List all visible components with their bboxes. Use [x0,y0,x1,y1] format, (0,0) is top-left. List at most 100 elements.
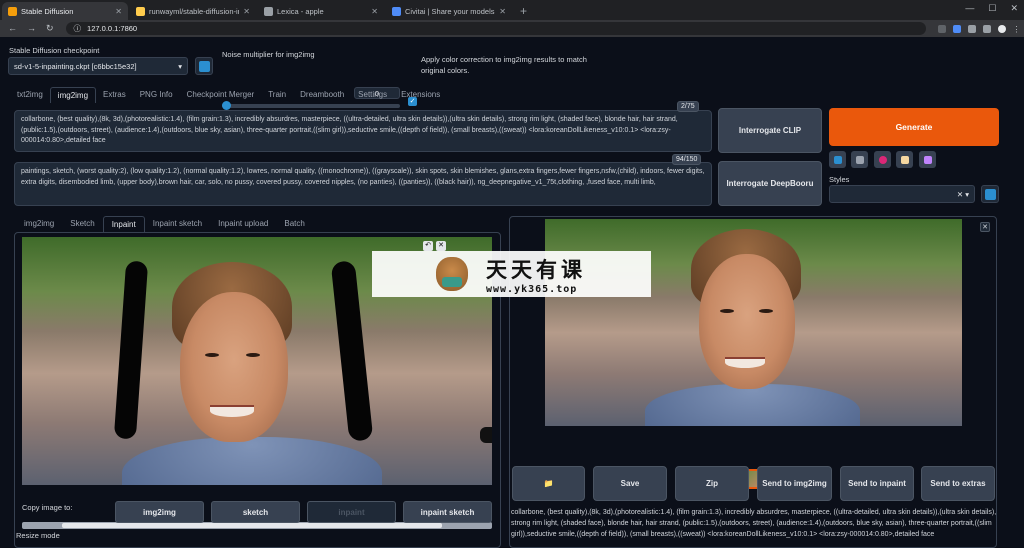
tab-extras[interactable]: Extras [96,87,133,103]
new-tab-button[interactable]: + [512,2,535,20]
send-to-inpaint-button[interactable]: Send to inpaint [840,466,914,501]
watermark-url: www.yk365.top [486,283,578,295]
subtab-sketch[interactable]: Sketch [62,216,102,232]
send-to-img2img-button[interactable]: Send to img2img [757,466,832,501]
minimize-icon[interactable]: — [965,3,974,14]
checkpoint-label: Stable Diffusion checkpoint [9,46,100,55]
browser-tab-strip: Stable Diffusion ✕ runwayml/stable-diffus… [0,0,1024,20]
refresh-icon [984,188,996,200]
canvas-scrollbar[interactable] [22,522,492,529]
trash-icon [855,155,864,164]
img2img-sub-tabs: img2img Sketch Inpaint Inpaint sketch In… [16,216,313,232]
save-style-button[interactable] [919,151,936,168]
info-icon[interactable]: ⓘ [74,23,82,34]
extension-icon[interactable] [937,24,946,33]
close-preview-icon[interactable]: ✕ [980,222,990,232]
reload-icon[interactable]: ↻ [46,23,54,34]
save-icon [923,155,932,164]
back-icon[interactable]: ← [8,23,17,34]
close-icon[interactable]: ✕ [243,7,250,16]
generate-button[interactable]: Generate [829,108,999,146]
browser-tab-civitai[interactable]: Civitai | Share your models ✕ [386,2,512,20]
negative-prompt-textarea[interactable]: paintings, sketch, (worst quality:2), (l… [14,162,712,206]
subtab-inpaint-upload[interactable]: Inpaint upload [210,216,276,232]
copy-to-inpaint-sketch-button[interactable]: inpaint sketch [403,501,492,523]
tab-txt2img[interactable]: txt2img [10,87,50,103]
maximize-icon[interactable]: ☐ [988,3,996,14]
subtab-img2img[interactable]: img2img [16,216,62,232]
clear-icon[interactable]: ✕ [436,241,446,251]
extension-icon[interactable] [952,24,961,33]
tab-dreambooth[interactable]: Dreambooth [293,87,351,103]
noise-slider[interactable] [222,101,400,110]
tab-png-info[interactable]: PNG Info [133,87,180,103]
huggingface-favicon-icon [136,6,145,16]
chevron-down-icon: ✕ ▾ [956,189,969,199]
tab-settings[interactable]: Settings [351,87,394,103]
arrow-icon [833,155,842,164]
profile-avatar[interactable] [997,24,1006,33]
tab-train[interactable]: Train [261,87,293,103]
browser-tab-stable-diffusion[interactable]: Stable Diffusion ✕ [2,2,128,20]
close-icon[interactable]: ✕ [371,7,378,16]
open-folder-button[interactable]: 📁 [512,466,585,501]
checkpoint-select[interactable]: sd-v1-5-inpainting.ckpt [c6bbc15e32] ▾ [8,57,188,75]
address-bar[interactable]: ⓘ 127.0.0.1:7860 [65,22,926,35]
prompt-token-counter: 2/75 [677,101,699,112]
interrogate-deepbooru-button[interactable]: Interrogate DeepBooru [718,161,822,206]
refresh-icon [198,60,210,72]
noise-label: Noise multiplier for img2img [222,50,315,59]
puzzle-icon[interactable] [967,24,976,33]
lexica-favicon-icon [264,6,273,16]
read-params-button[interactable] [829,151,846,168]
extra-networks-button[interactable] [874,151,891,168]
refresh-checkpoint-button[interactable] [195,57,213,75]
output-face-image [699,254,795,389]
browser-tab-runwayml[interactable]: runwayml/stable-diffusion-inpai✕ [130,2,256,20]
main-tabs: txt2img img2img Extras PNG Info Checkpoi… [10,87,447,103]
tab-img2img[interactable]: img2img [49,87,97,103]
apply-style-button[interactable] [896,151,913,168]
collapse-handle[interactable] [480,427,492,443]
send-to-extras-button[interactable]: Send to extras [921,466,995,501]
tab-extensions[interactable]: Extensions [394,87,447,103]
close-icon[interactable]: ✕ [499,7,506,16]
subtab-inpaint[interactable]: Inpaint [102,216,145,232]
copy-to-sketch-button[interactable]: sketch [211,501,300,523]
zip-button[interactable]: Zip [675,466,749,501]
color-correction-label-line2: original colors. [421,66,470,75]
browser-tab-lexica[interactable]: Lexica - apple ✕ [258,2,384,20]
undo-icon[interactable]: ↶ [423,241,433,251]
subtab-batch[interactable]: Batch [276,216,312,232]
resize-mode-label: Resize mode [16,531,60,540]
tab-checkpoint-merger[interactable]: Checkpoint Merger [180,87,262,103]
interrogate-clip-button[interactable]: Interrogate CLIP [718,108,822,153]
close-icon[interactable]: ✕ [115,7,122,16]
trash-button[interactable] [851,151,868,168]
watermark-overlay: 天天有课 www.yk365.top [372,251,651,297]
close-window-icon[interactable]: ✕ [1010,3,1018,14]
negative-token-counter: 94/150 [672,154,702,165]
color-correction-label-line1: Apply color correction to img2img result… [421,55,587,64]
forward-icon[interactable]: → [27,23,36,34]
art-icon [878,155,887,164]
url-text: 127.0.0.1:7860 [87,24,138,33]
sidepanel-icon[interactable] [982,24,991,33]
copy-to-inpaint-button[interactable]: inpaint [307,501,396,523]
save-button[interactable]: Save [593,466,667,501]
civitai-favicon-icon [392,6,401,16]
menu-icon[interactable]: ⋮ [1013,25,1021,34]
prompt-textarea[interactable]: collarbone, (best quality),(8k, 3d),(pho… [14,110,712,152]
face-image [180,292,288,442]
clipboard-icon [900,155,909,164]
refresh-styles-button[interactable] [981,185,999,203]
styles-select[interactable]: ✕ ▾ [829,185,975,203]
subtab-inpaint-sketch[interactable]: Inpaint sketch [145,216,210,232]
window-controls: — ☐ ✕ [965,3,1018,14]
address-bar-row: ← → ↻ ⓘ 127.0.0.1:7860 ⋮ [0,20,1024,37]
watermark-title: 天天有课 [486,257,586,282]
copy-to-img2img-button[interactable]: img2img [115,501,204,523]
copy-image-label: Copy image to: [22,503,73,512]
bear-logo-icon [436,257,468,291]
stable-diffusion-favicon-icon [8,6,17,16]
